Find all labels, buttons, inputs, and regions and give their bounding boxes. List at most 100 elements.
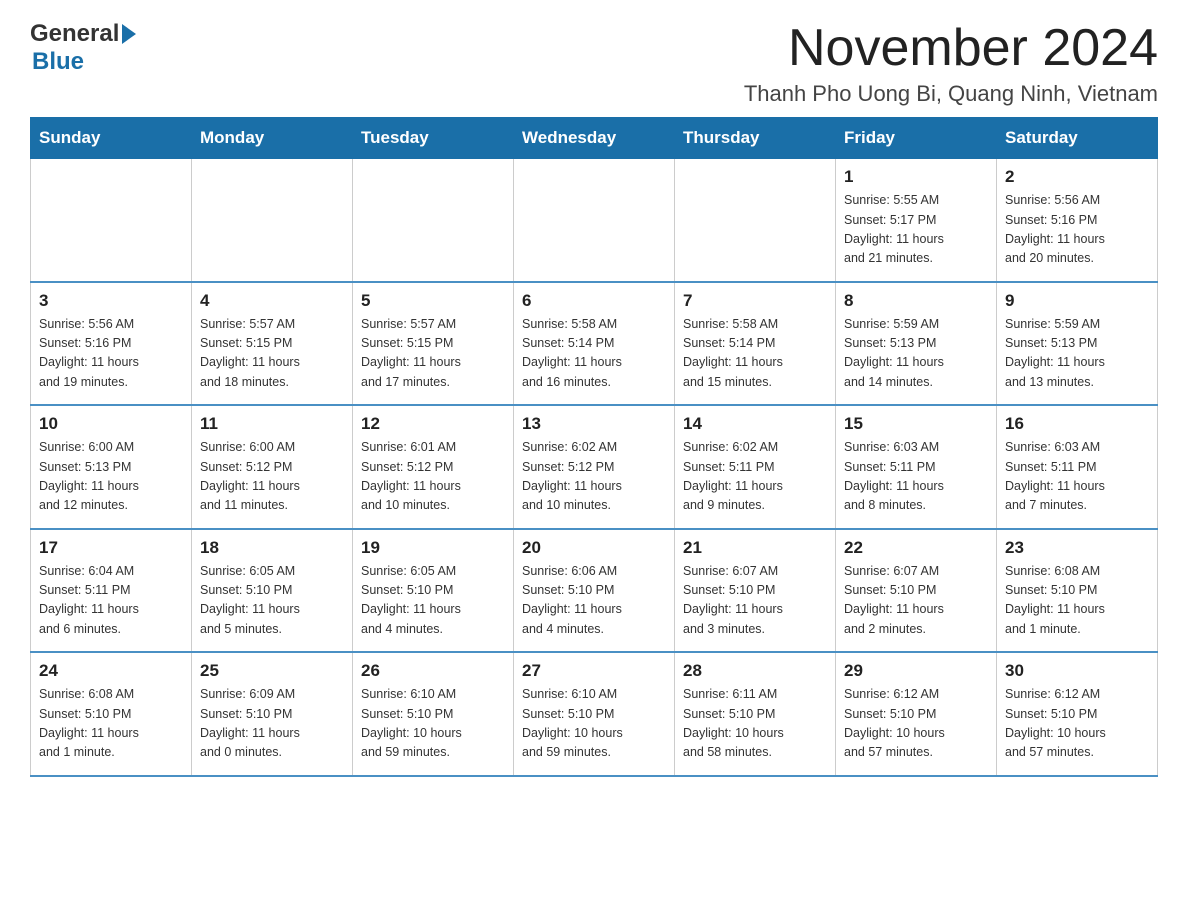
day-number: 24 (39, 661, 183, 681)
day-number: 25 (200, 661, 344, 681)
week-row-5: 24Sunrise: 6:08 AMSunset: 5:10 PMDayligh… (31, 652, 1158, 776)
calendar-cell: 30 Sunrise: 6:12 AMSunset: 5:10 PMDayligh… (997, 652, 1158, 776)
day-number: 21 (683, 538, 827, 558)
logo-general-text: General (30, 20, 119, 48)
calendar-cell: 18 Sunrise: 6:05 AMSunset: 5:10 PMDayligh… (192, 529, 353, 653)
header-day-tuesday: Tuesday (353, 118, 514, 159)
day-info: Sunrise: 5:56 AMSunset: 5:16 PMDaylight:… (39, 315, 183, 393)
logo-arrow-icon (122, 24, 136, 44)
title-section: November 2024 Thanh Pho Uong Bi, Quang N… (744, 20, 1158, 107)
calendar-cell: 6Sunrise: 5:58 AMSunset: 5:14 PMDaylight… (514, 282, 675, 406)
day-info: Sunrise: 5:59 AMSunset: 5:13 PMDaylight:… (1005, 315, 1149, 393)
calendar-cell: 23Sunrise: 6:08 AMSunset: 5:10 PMDayligh… (997, 529, 1158, 653)
day-info: Sunrise: 6:03 AMSunset: 5:11 PMDaylight:… (1005, 438, 1149, 516)
day-info: Sunrise: 6:05 AMSunset: 5:10 PMDaylight:… (361, 562, 505, 640)
calendar-cell: 26 Sunrise: 6:10 AMSunset: 5:10 PMDayligh… (353, 652, 514, 776)
header-row: SundayMondayTuesdayWednesdayThursdayFrid… (31, 118, 1158, 159)
calendar-cell: 19 Sunrise: 6:05 AMSunset: 5:10 PMDayligh… (353, 529, 514, 653)
day-number: 23 (1005, 538, 1149, 558)
day-info: Sunrise: 6:10 AMSunset: 5:10 PMDaylight:… (522, 685, 666, 763)
calendar-cell: 14 Sunrise: 6:02 AMSunset: 5:11 PMDayligh… (675, 405, 836, 529)
header-day-sunday: Sunday (31, 118, 192, 159)
day-number: 13 (522, 414, 666, 434)
day-info: Sunrise: 6:12 AMSunset: 5:10 PMDaylight:… (844, 685, 988, 763)
calendar-cell (514, 159, 675, 282)
calendar-subtitle: Thanh Pho Uong Bi, Quang Ninh, Vietnam (744, 81, 1158, 107)
day-number: 2 (1005, 167, 1149, 187)
day-info: Sunrise: 5:56 AMSunset: 5:16 PMDaylight:… (1005, 191, 1149, 269)
day-info: Sunrise: 6:12 AMSunset: 5:10 PMDaylight:… (1005, 685, 1149, 763)
header-day-friday: Friday (836, 118, 997, 159)
day-number: 18 (200, 538, 344, 558)
day-number: 8 (844, 291, 988, 311)
day-number: 4 (200, 291, 344, 311)
calendar-cell: 11Sunrise: 6:00 AMSunset: 5:12 PMDayligh… (192, 405, 353, 529)
logo: General Blue (30, 20, 136, 76)
calendar-cell: 7Sunrise: 5:58 AMSunset: 5:14 PMDaylight… (675, 282, 836, 406)
calendar-cell: 3 Sunrise: 5:56 AMSunset: 5:16 PMDaylight… (31, 282, 192, 406)
logo-blue-text: Blue (32, 48, 84, 76)
header-day-monday: Monday (192, 118, 353, 159)
day-number: 7 (683, 291, 827, 311)
day-number: 17 (39, 538, 183, 558)
calendar-cell: 21 Sunrise: 6:07 AMSunset: 5:10 PMDayligh… (675, 529, 836, 653)
day-info: Sunrise: 5:57 AMSunset: 5:15 PMDaylight:… (361, 315, 505, 393)
calendar-cell (675, 159, 836, 282)
day-info: Sunrise: 6:10 AMSunset: 5:10 PMDaylight:… (361, 685, 505, 763)
day-number: 3 (39, 291, 183, 311)
day-number: 26 (361, 661, 505, 681)
day-number: 27 (522, 661, 666, 681)
day-number: 9 (1005, 291, 1149, 311)
calendar-cell: 24Sunrise: 6:08 AMSunset: 5:10 PMDayligh… (31, 652, 192, 776)
day-info: Sunrise: 6:02 AMSunset: 5:11 PMDaylight:… (683, 438, 827, 516)
day-info: Sunrise: 6:07 AMSunset: 5:10 PMDaylight:… (683, 562, 827, 640)
day-info: Sunrise: 5:58 AMSunset: 5:14 PMDaylight:… (522, 315, 666, 393)
calendar-cell (353, 159, 514, 282)
day-number: 22 (844, 538, 988, 558)
day-number: 5 (361, 291, 505, 311)
calendar-cell (192, 159, 353, 282)
calendar-cell: 22 Sunrise: 6:07 AMSunset: 5:10 PMDayligh… (836, 529, 997, 653)
day-number: 30 (1005, 661, 1149, 681)
calendar-cell: 15 Sunrise: 6:03 AMSunset: 5:11 PMDayligh… (836, 405, 997, 529)
calendar-table: SundayMondayTuesdayWednesdayThursdayFrid… (30, 117, 1158, 777)
day-number: 12 (361, 414, 505, 434)
day-number: 14 (683, 414, 827, 434)
day-number: 20 (522, 538, 666, 558)
page-header: General Blue November 2024 Thanh Pho Uon… (30, 20, 1158, 107)
calendar-title: November 2024 (744, 20, 1158, 77)
day-info: Sunrise: 5:55 AMSunset: 5:17 PMDaylight:… (844, 191, 988, 269)
calendar-header: SundayMondayTuesdayWednesdayThursdayFrid… (31, 118, 1158, 159)
day-info: Sunrise: 6:01 AMSunset: 5:12 PMDaylight:… (361, 438, 505, 516)
week-row-4: 17 Sunrise: 6:04 AMSunset: 5:11 PMDayligh… (31, 529, 1158, 653)
day-number: 16 (1005, 414, 1149, 434)
day-info: Sunrise: 5:57 AMSunset: 5:15 PMDaylight:… (200, 315, 344, 393)
day-info: Sunrise: 6:09 AMSunset: 5:10 PMDaylight:… (200, 685, 344, 763)
calendar-cell: 8 Sunrise: 5:59 AMSunset: 5:13 PMDaylight… (836, 282, 997, 406)
calendar-cell: 27 Sunrise: 6:10 AMSunset: 5:10 PMDayligh… (514, 652, 675, 776)
day-number: 29 (844, 661, 988, 681)
calendar-cell: 17 Sunrise: 6:04 AMSunset: 5:11 PMDayligh… (31, 529, 192, 653)
calendar-cell: 20Sunrise: 6:06 AMSunset: 5:10 PMDayligh… (514, 529, 675, 653)
header-day-wednesday: Wednesday (514, 118, 675, 159)
day-number: 19 (361, 538, 505, 558)
day-info: Sunrise: 5:59 AMSunset: 5:13 PMDaylight:… (844, 315, 988, 393)
calendar-cell: 9 Sunrise: 5:59 AMSunset: 5:13 PMDaylight… (997, 282, 1158, 406)
calendar-cell: 29 Sunrise: 6:12 AMSunset: 5:10 PMDayligh… (836, 652, 997, 776)
day-info: Sunrise: 6:05 AMSunset: 5:10 PMDaylight:… (200, 562, 344, 640)
calendar-cell: 16 Sunrise: 6:03 AMSunset: 5:11 PMDayligh… (997, 405, 1158, 529)
day-info: Sunrise: 6:00 AMSunset: 5:13 PMDaylight:… (39, 438, 183, 516)
day-number: 28 (683, 661, 827, 681)
day-number: 1 (844, 167, 988, 187)
week-row-2: 3 Sunrise: 5:56 AMSunset: 5:16 PMDaylight… (31, 282, 1158, 406)
header-day-saturday: Saturday (997, 118, 1158, 159)
day-info: Sunrise: 6:04 AMSunset: 5:11 PMDaylight:… (39, 562, 183, 640)
calendar-cell: 5 Sunrise: 5:57 AMSunset: 5:15 PMDaylight… (353, 282, 514, 406)
day-info: Sunrise: 6:03 AMSunset: 5:11 PMDaylight:… (844, 438, 988, 516)
day-info: Sunrise: 6:00 AMSunset: 5:12 PMDaylight:… (200, 438, 344, 516)
week-row-3: 10Sunrise: 6:00 AMSunset: 5:13 PMDayligh… (31, 405, 1158, 529)
day-number: 15 (844, 414, 988, 434)
calendar-cell (31, 159, 192, 282)
day-info: Sunrise: 6:02 AMSunset: 5:12 PMDaylight:… (522, 438, 666, 516)
day-info: Sunrise: 6:07 AMSunset: 5:10 PMDaylight:… (844, 562, 988, 640)
